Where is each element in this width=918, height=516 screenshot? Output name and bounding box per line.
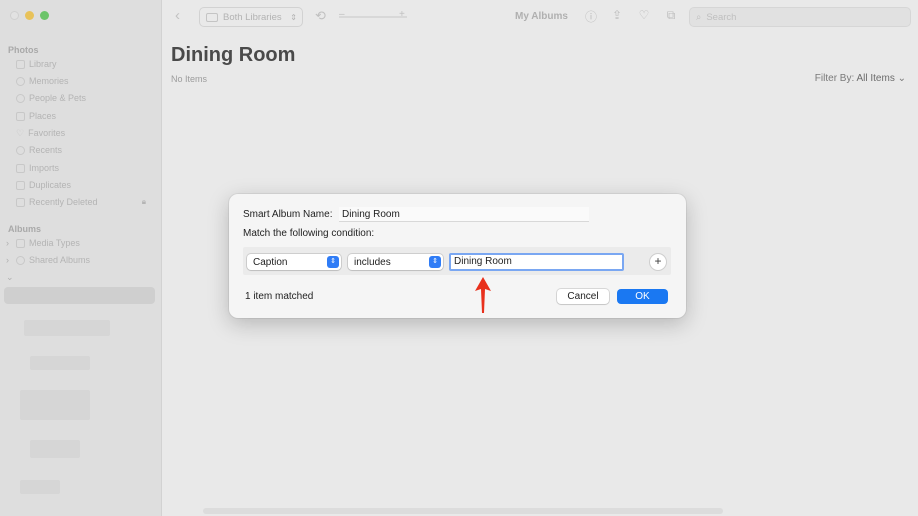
- heart-icon: ♡: [16, 127, 25, 138]
- chevron-down-icon[interactable]: ⌄: [6, 272, 14, 283]
- sidebar: Photos Library Memories People & Pets Pl…: [0, 0, 162, 516]
- duplicates-icon: [16, 180, 25, 190]
- sidebar-item-memories[interactable]: Memories: [16, 74, 154, 88]
- zoom-out-icon[interactable]: –: [339, 9, 345, 20]
- sidebar-item-places[interactable]: Places: [16, 109, 154, 123]
- window-controls: [10, 11, 49, 20]
- close-window-button[interactable]: [10, 11, 19, 20]
- popup-stepper-icon: ⇕: [429, 256, 441, 268]
- sidebar-item-label: Recents: [29, 145, 63, 155]
- sidebar-item-favorites[interactable]: ♡ Favorites: [16, 126, 154, 140]
- library-selector-label: Both Libraries: [223, 11, 282, 23]
- minimize-window-button[interactable]: [25, 11, 34, 20]
- places-icon: [16, 111, 25, 121]
- matched-count: 1 item matched: [245, 291, 314, 302]
- folder-icon: [16, 238, 25, 248]
- zoom-window-button[interactable]: [40, 11, 49, 20]
- stepper-icon: ⇕: [290, 12, 297, 22]
- heart-icon[interactable]: ♡: [637, 8, 651, 24]
- lock-icon: 🔒︎: [141, 197, 146, 206]
- sidebar-item-recents[interactable]: Recents: [16, 143, 154, 157]
- photos-library-icon: [206, 12, 218, 22]
- sidebar-item-imports[interactable]: Imports: [16, 161, 154, 175]
- ok-button[interactable]: OK: [617, 289, 668, 304]
- sidebar-item-shared-albums[interactable]: Shared Albums: [16, 253, 154, 267]
- cancel-button[interactable]: Cancel: [557, 289, 609, 304]
- clock-icon: [16, 145, 25, 155]
- search-field[interactable]: ⌕ Search: [689, 7, 911, 27]
- sidebar-item-label: Recently Deleted: [29, 197, 98, 207]
- sidebar-item-library[interactable]: Library: [16, 57, 154, 71]
- sidebar-item-label: Shared Albums: [29, 255, 91, 265]
- chevron-down-icon: ⌄: [897, 73, 906, 84]
- search-placeholder: Search: [706, 11, 737, 23]
- sidebar-selected-album[interactable]: [4, 287, 155, 304]
- page-title: Dining Room: [171, 44, 296, 66]
- chevron-right-icon[interactable]: ›: [6, 255, 9, 265]
- sidebar-item-label: Media Types: [29, 238, 80, 248]
- toolbar: ‹ Both Libraries ⇕ ⟲ – + My Albums ⓘ ⇪ ♡…: [163, 0, 918, 34]
- sidebar-item-people-pets[interactable]: People & Pets: [16, 91, 154, 105]
- condition-operator-popup[interactable]: includes ⇕: [348, 254, 443, 270]
- sidebar-item-label: Duplicates: [29, 180, 72, 190]
- chevron-right-icon[interactable]: ›: [6, 238, 9, 248]
- filter-value: All Items: [856, 73, 895, 84]
- smart-album-name-input[interactable]: Dining Room: [339, 207, 589, 222]
- toolbar-title: My Albums: [515, 11, 568, 22]
- library-selector[interactable]: Both Libraries ⇕: [199, 7, 303, 27]
- zoom-in-icon[interactable]: +: [399, 9, 405, 20]
- match-condition-label: Match the following condition:: [243, 228, 375, 239]
- add-condition-button[interactable]: +: [650, 254, 666, 270]
- share-icon[interactable]: ⇪: [610, 8, 624, 24]
- imports-icon: [16, 163, 25, 173]
- popup-stepper-icon: ⇕: [327, 256, 339, 268]
- sidebar-item-label: Imports: [29, 163, 60, 173]
- blurred-album-item: [30, 356, 90, 370]
- condition-row: Caption ⇕ includes ⇕ Dining Room +: [243, 247, 671, 275]
- item-count-status: No Items: [171, 74, 208, 84]
- blurred-album-item: [20, 480, 60, 494]
- blurred-album-item: [20, 390, 90, 420]
- add-to-album-icon[interactable]: ⧉: [664, 8, 678, 24]
- cloud-icon: [16, 255, 25, 265]
- sidebar-item-label: Places: [29, 111, 57, 121]
- smart-album-name-label: Smart Album Name:: [243, 209, 333, 220]
- search-icon: ⌕: [696, 11, 702, 23]
- decorative-shadow: [203, 508, 723, 514]
- library-icon: [16, 59, 25, 69]
- memories-icon: [16, 76, 25, 86]
- sidebar-item-duplicates[interactable]: Duplicates: [16, 178, 154, 192]
- sidebar-item-recently-deleted[interactable]: Recently Deleted 🔒︎: [16, 195, 154, 209]
- back-icon[interactable]: ‹: [175, 7, 180, 24]
- condition-field-popup[interactable]: Caption ⇕: [247, 254, 341, 270]
- sidebar-item-label: Library: [29, 59, 57, 69]
- condition-field-value: Caption: [253, 256, 288, 268]
- blurred-album-item: [24, 320, 110, 336]
- filter-label: Filter By:: [814, 73, 855, 84]
- blurred-album-item: [30, 440, 80, 458]
- condition-operator-value: includes: [354, 256, 391, 268]
- sidebar-item-media-types[interactable]: Media Types: [16, 236, 154, 250]
- sidebar-item-label: Memories: [29, 76, 69, 86]
- trash-icon: [16, 197, 25, 207]
- condition-text-input[interactable]: Dining Room: [449, 253, 624, 271]
- sidebar-item-label: People & Pets: [29, 93, 87, 103]
- sidebar-section-photos: Photos: [8, 45, 39, 55]
- filter-menu[interactable]: Filter By: All Items ⌄: [815, 73, 906, 84]
- rotate-icon[interactable]: ⟲: [315, 8, 326, 24]
- zoom-slider[interactable]: [339, 16, 407, 18]
- sidebar-item-label: Favorites: [28, 128, 66, 138]
- smart-album-dialog: Smart Album Name: Dining Room Match the …: [229, 194, 686, 318]
- plus-icon: +: [654, 254, 662, 268]
- sidebar-section-albums: Albums: [8, 224, 42, 234]
- people-icon: [16, 93, 25, 103]
- annotation-arrow-icon: [475, 277, 491, 313]
- info-icon[interactable]: ⓘ: [584, 8, 598, 24]
